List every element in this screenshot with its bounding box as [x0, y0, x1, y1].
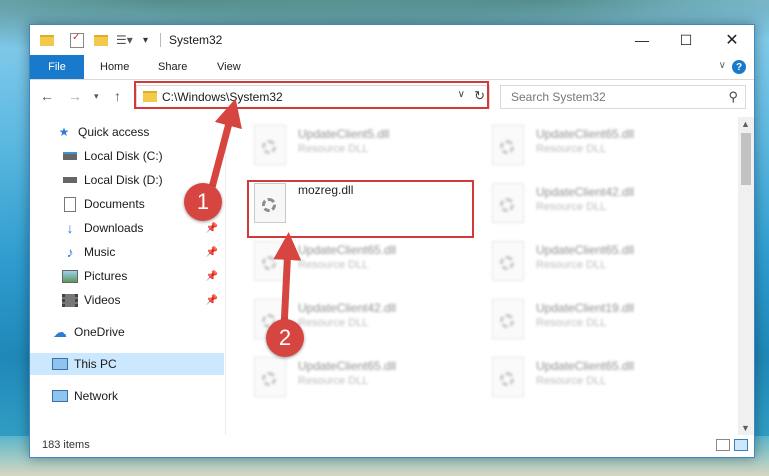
step-two-badge: 2	[266, 319, 304, 357]
annotation-arrows	[206, 98, 302, 329]
arrow-to-address	[206, 98, 242, 196]
step-one-badge: 1	[184, 183, 222, 221]
arrow-to-file	[273, 232, 302, 329]
